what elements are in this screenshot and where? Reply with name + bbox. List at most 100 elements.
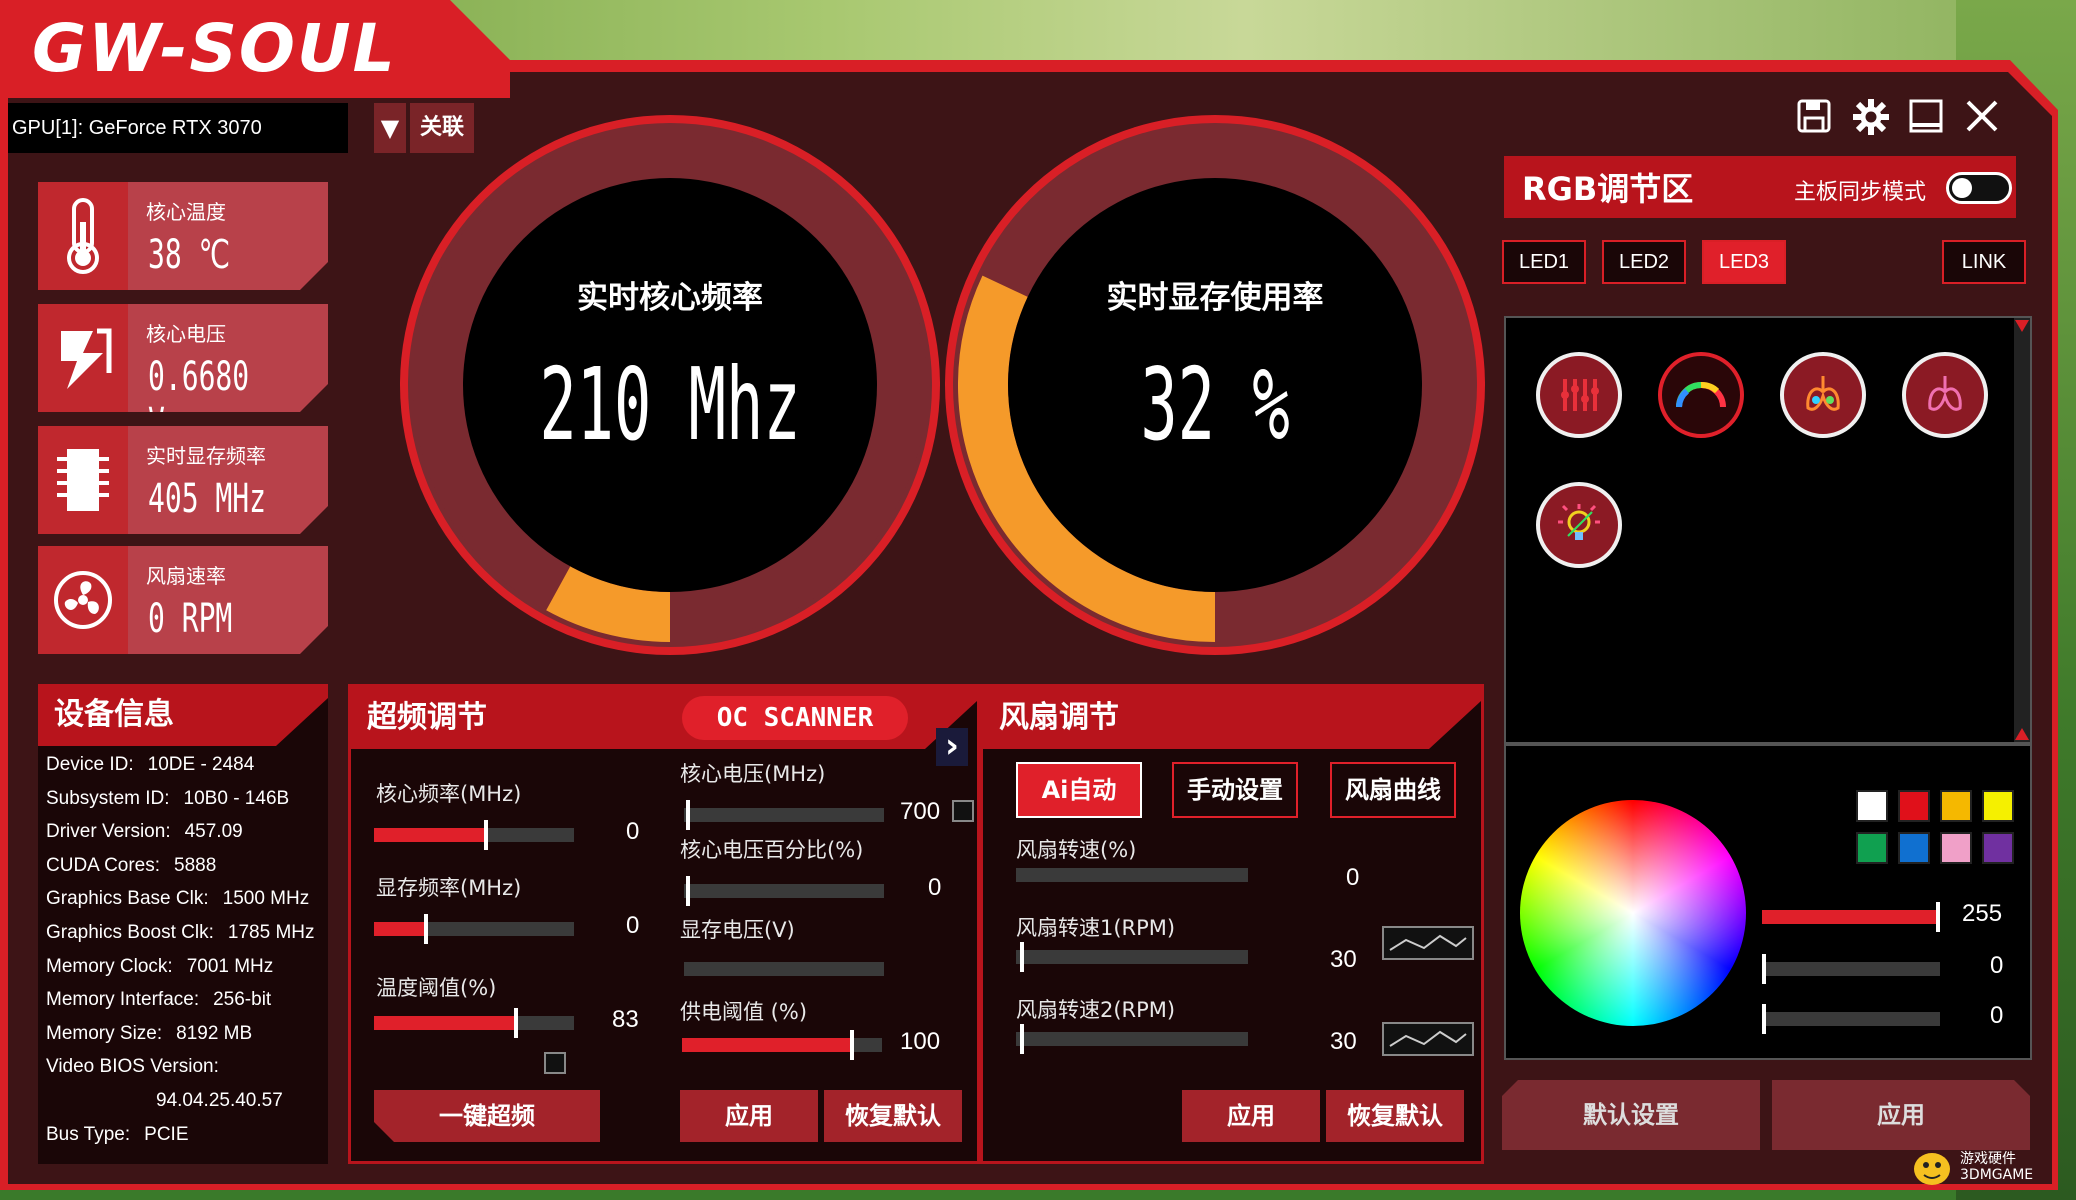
mem-freq-slider[interactable] bbox=[374, 914, 574, 944]
led2-tab[interactable]: LED2 bbox=[1602, 240, 1686, 284]
stat-label: 核心温度 bbox=[146, 200, 226, 224]
minimize-icon[interactable] bbox=[1908, 98, 1944, 143]
device-info-value: 10B0 - 146B bbox=[183, 787, 290, 809]
color-swatch[interactable] bbox=[1856, 790, 1888, 822]
device-info-row: Video BIOS Version: bbox=[46, 1056, 233, 1078]
fan-mode-ai-button[interactable]: Ai自动 bbox=[1016, 762, 1142, 818]
fan2-curve-icon[interactable] bbox=[1382, 1022, 1474, 1056]
rgb-blue-value: 0 bbox=[1990, 1002, 2004, 1029]
core-freq-label: 核心频率(MHz) bbox=[376, 782, 522, 806]
fan-speed-slider[interactable] bbox=[1016, 868, 1248, 882]
power-limit-label: 供电阈值 (%) bbox=[680, 1000, 808, 1024]
fan-mode-curve-button[interactable]: 风扇曲线 bbox=[1330, 762, 1456, 818]
mem-freq-value: 0 bbox=[626, 912, 640, 939]
core-volt-slider[interactable] bbox=[684, 800, 884, 830]
color-swatch[interactable] bbox=[1940, 832, 1972, 864]
color-swatch[interactable] bbox=[1940, 790, 1972, 822]
fan-speed-label: 风扇转速(%) bbox=[1016, 838, 1137, 862]
fan-apply-button[interactable]: 应用 bbox=[1182, 1090, 1320, 1142]
core-volt-value: 700 bbox=[900, 798, 941, 825]
color-swatch[interactable] bbox=[1982, 832, 2014, 864]
oc-scanner-button[interactable]: OC SCANNER bbox=[682, 696, 908, 740]
oc-expand-button[interactable]: › bbox=[936, 728, 968, 766]
device-info-row: Graphics Boost Clk: 1785 MHz bbox=[46, 922, 315, 944]
power-limit-slider[interactable] bbox=[682, 1030, 882, 1060]
close-icon[interactable] bbox=[1964, 98, 2000, 143]
core-gauge-fill bbox=[546, 566, 671, 642]
fan1-label: 风扇转速1(RPM) bbox=[1016, 916, 1176, 940]
oc-apply-button[interactable]: 应用 bbox=[680, 1090, 818, 1142]
device-info-value: 7001 MHz bbox=[186, 955, 274, 977]
device-info-row: Driver Version: 457.09 bbox=[46, 821, 243, 843]
rgb-default-button[interactable]: 默认设置 bbox=[1502, 1080, 1760, 1150]
color-swatch[interactable] bbox=[1898, 832, 1930, 864]
fan2-slider[interactable] bbox=[1016, 1024, 1248, 1054]
device-info-key: Graphics Base Clk: bbox=[46, 888, 209, 910]
device-info-key: Subsystem ID: bbox=[46, 787, 170, 809]
led1-tab[interactable]: LED1 bbox=[1502, 240, 1586, 284]
rgb-green-slider[interactable] bbox=[1762, 954, 1940, 984]
device-info-key: Bus Type: bbox=[46, 1123, 131, 1145]
device-info-key: Memory Clock: bbox=[46, 955, 173, 977]
device-info-value: 10DE - 2484 bbox=[147, 754, 255, 775]
stat-label: 风扇速率 bbox=[146, 564, 226, 588]
oc-reset-button[interactable]: 恢复默认 bbox=[824, 1090, 962, 1142]
color-swatch[interactable] bbox=[1982, 790, 2014, 822]
device-info-key: Memory Size: bbox=[46, 1022, 163, 1044]
sync-mode-toggle[interactable] bbox=[1946, 172, 2012, 204]
mem-freq-label: 显存频率(MHz) bbox=[376, 876, 522, 900]
device-info-value: 94.04.25.40.57 bbox=[156, 1090, 283, 1111]
fan1-curve-icon[interactable] bbox=[1382, 926, 1474, 960]
gpu-select[interactable]: GPU[1]: GeForce RTX 3070 bbox=[8, 103, 348, 153]
core-gauge-title: 实时核心频率 bbox=[577, 280, 763, 316]
core-volt-pct-label: 核心电压百分比(%) bbox=[680, 838, 864, 862]
device-info-value: 256-bit bbox=[213, 989, 272, 1011]
device-info-key: Memory Interface: bbox=[46, 989, 200, 1011]
flash-bulb-effect-icon[interactable] bbox=[1536, 482, 1622, 568]
device-info-row: Subsystem ID: 10B0 - 146B bbox=[46, 788, 289, 810]
device-info-value: 8192 MB bbox=[176, 1022, 253, 1044]
mem-volt-slider[interactable] bbox=[684, 962, 884, 976]
power-limit-value: 100 bbox=[900, 1028, 941, 1055]
led3-tab[interactable]: LED3 bbox=[1702, 240, 1786, 284]
fan1-value: 30 bbox=[1330, 946, 1357, 973]
color-swatch[interactable] bbox=[1898, 790, 1930, 822]
core-volt-checkbox[interactable] bbox=[952, 800, 974, 822]
stat-mem-freq: 实时显存频率 405 MHz bbox=[38, 426, 328, 534]
color-cycle-effect-icon[interactable] bbox=[1780, 352, 1866, 438]
one-click-oc-button[interactable]: 一键超频 bbox=[374, 1090, 600, 1142]
breathing-effect-icon[interactable] bbox=[1902, 352, 1988, 438]
temp-link-checkbox[interactable] bbox=[544, 1052, 566, 1074]
color-wheel[interactable] bbox=[1520, 800, 1746, 1026]
watermark: 游戏硬件 3DMGAME bbox=[1910, 1142, 2060, 1192]
fan-reset-button[interactable]: 恢复默认 bbox=[1326, 1090, 1464, 1142]
fan1-slider[interactable] bbox=[1016, 942, 1248, 972]
core-volt-label: 核心电压(MHz) bbox=[680, 762, 826, 786]
mem-usage-gauge: 实时显存使用率 32 % bbox=[940, 110, 1490, 660]
watermark-text: 游戏硬件 3DMGAME bbox=[1960, 1151, 2034, 1183]
device-info-value: PCIE bbox=[144, 1123, 189, 1145]
fan-mode-manual-button[interactable]: 手动设置 bbox=[1172, 762, 1298, 818]
mem-volt-label: 显存电压(V) bbox=[680, 918, 795, 942]
rgb-title: RGB调节区 bbox=[1522, 170, 1694, 208]
core-freq-slider[interactable] bbox=[374, 820, 574, 850]
link-tab[interactable]: LINK bbox=[1942, 240, 2026, 284]
device-info-row: Memory Interface: 256-bit bbox=[46, 989, 271, 1011]
effect-scrollbar[interactable] bbox=[2014, 318, 2030, 742]
rgb-blue-slider[interactable] bbox=[1762, 1004, 1940, 1034]
save-icon[interactable] bbox=[1796, 98, 1832, 143]
gear-icon[interactable] bbox=[1852, 98, 1890, 145]
device-info-value: 1785 MHz bbox=[227, 922, 315, 943]
device-info-key: Driver Version: bbox=[46, 821, 171, 843]
fan2-value: 30 bbox=[1330, 1028, 1357, 1055]
rainbow-arc-effect-icon[interactable] bbox=[1658, 352, 1744, 438]
device-info-row: Memory Size: 8192 MB bbox=[46, 1023, 252, 1045]
color-swatch[interactable] bbox=[1856, 832, 1888, 864]
rgb-red-slider[interactable] bbox=[1762, 902, 1940, 932]
device-info-key: Video BIOS Version: bbox=[46, 1056, 219, 1078]
equalizer-effect-icon[interactable] bbox=[1536, 352, 1622, 438]
core-volt-pct-slider[interactable] bbox=[684, 876, 884, 906]
rgb-apply-button[interactable]: 应用 bbox=[1772, 1080, 2030, 1150]
rgb-green-value: 0 bbox=[1990, 952, 2004, 979]
temp-limit-slider[interactable] bbox=[374, 1008, 574, 1038]
